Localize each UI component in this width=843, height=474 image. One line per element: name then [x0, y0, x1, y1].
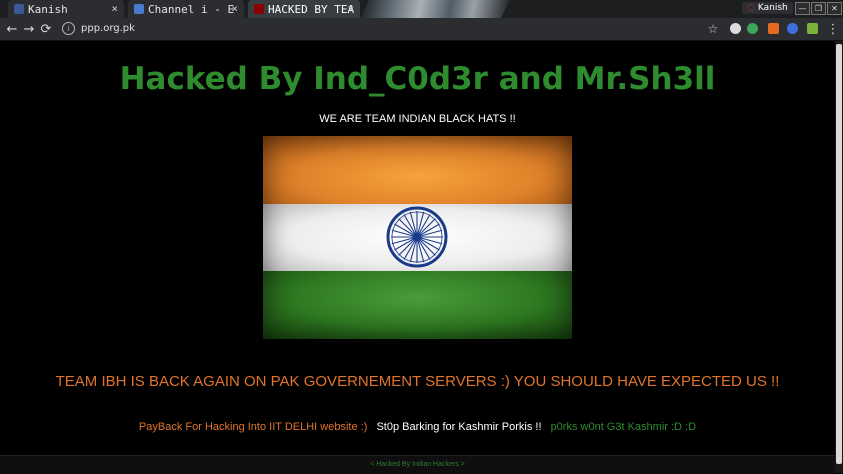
forward-button[interactable]: →	[21, 21, 37, 37]
office-icon[interactable]	[768, 23, 779, 34]
profile-name: Kanish	[757, 3, 788, 13]
extension-new-icon[interactable]	[747, 23, 758, 34]
flag-vignette	[263, 136, 572, 339]
tab-kanish[interactable]: Kanish ×	[8, 0, 124, 18]
footer-green-text: p0rks w0nt G3t Kashmir :D :D	[550, 421, 697, 433]
reload-button[interactable]: ⟳	[38, 21, 54, 37]
page-content: Hacked By Ind_C0d3r and Mr.Sh3ll WE ARE …	[0, 41, 835, 474]
skull-favicon-icon	[254, 4, 264, 14]
facebook-icon	[14, 4, 24, 14]
tab-title: Kanish	[28, 2, 68, 16]
menu-icon[interactable]: ⋮	[825, 21, 841, 37]
channel-i-icon	[134, 4, 144, 14]
tab-close-icon[interactable]: ×	[111, 2, 118, 15]
page-subtitle: WE ARE TEAM INDIAN BLACK HATS !!	[319, 113, 516, 125]
bottom-marquee: < Hacked By Indian Hackers >	[0, 455, 835, 474]
footer-orange-text: PayBack For Hacking Into IIT DELHI websi…	[138, 421, 368, 433]
close-window-button[interactable]: ✕	[827, 2, 842, 15]
extension-icon[interactable]	[730, 23, 741, 34]
info-icon[interactable]: i	[62, 22, 75, 35]
scrollbar-thumb[interactable]	[836, 44, 842, 464]
tab-channel-i[interactable]: Channel i - E ×	[128, 0, 244, 18]
address-bar[interactable]: i ppp.org.pk	[56, 20, 726, 37]
tab-hacked[interactable]: HACKED BY TEA ×	[248, 0, 360, 18]
tagline: TEAM IBH IS BACK AGAIN ON PAK GOVERNEMEN…	[55, 373, 780, 390]
indian-flag-image	[263, 136, 572, 339]
tab-title: HACKED BY TEA	[268, 2, 355, 16]
bookmark-star-icon[interactable]: ☆	[705, 21, 721, 37]
tab-close-icon[interactable]: ×	[231, 2, 238, 15]
profile-icon: ◌	[747, 3, 755, 13]
page-title: Hacked By Ind_C0d3r and Mr.Sh3ll	[119, 61, 716, 97]
tab-strip: Kanish × Channel i - E × HACKED BY TEA ×…	[0, 0, 843, 18]
profile-button[interactable]: ◌ Kanish	[742, 2, 793, 14]
footer-white-text: St0p Barking for Kashmir Porkis !!	[376, 421, 542, 433]
tab-strip-artwork	[360, 0, 510, 18]
back-button[interactable]: ←	[4, 21, 20, 37]
minimize-button[interactable]: —	[795, 2, 810, 15]
restore-button[interactable]: ❐	[811, 2, 826, 15]
tab-title: Channel i - E	[148, 2, 235, 16]
address-text: ppp.org.pk	[81, 23, 135, 34]
download-icon[interactable]	[807, 23, 818, 34]
footer-message: PayBack For Hacking Into IIT DELHI websi…	[0, 421, 835, 433]
browser-toolbar: ← → ⟳ i ppp.org.pk ☆ ⋮	[0, 18, 843, 41]
tab-close-icon[interactable]: ×	[347, 2, 354, 15]
extension-blue-icon[interactable]	[787, 23, 798, 34]
